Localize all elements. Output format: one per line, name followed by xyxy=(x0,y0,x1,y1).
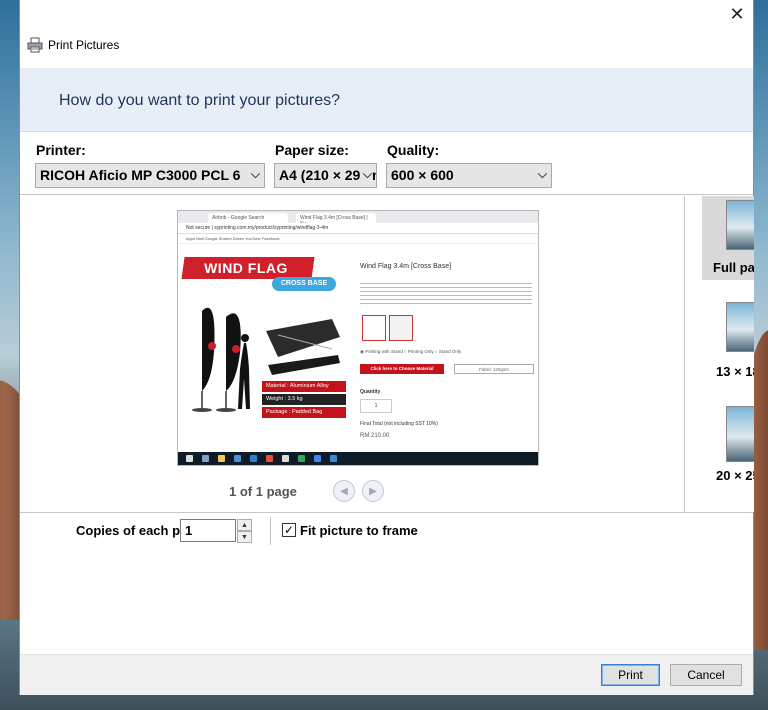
preview-url-bar: Not secure | syprinting.com.my/product/s… xyxy=(178,223,538,234)
preview-product-title: Wind Flag 3.4m [Cross Base] xyxy=(360,263,452,270)
preview-bookmarks: Apps Mail Google Shared Drives YouTube F… xyxy=(178,234,538,244)
preview-taskbar xyxy=(178,452,538,465)
copies-increase-button[interactable]: ▲ xyxy=(237,519,252,531)
preview-thumb xyxy=(389,315,413,341)
taskbar-icon xyxy=(266,455,273,462)
taskbar-icon xyxy=(314,455,321,462)
preview-spec: Material : Aluminium Alloy xyxy=(262,381,346,392)
taskbar-icon xyxy=(298,455,305,462)
preview-spec: Weight : 3.5 kg xyxy=(262,394,346,405)
copies-decrease-button[interactable]: ▼ xyxy=(237,531,252,543)
layout-full-page-photo[interactable]: Full page photo xyxy=(702,196,754,280)
arrow-right-icon: ▶ xyxy=(369,485,377,497)
preview-spec: Package : Padded Bag xyxy=(262,407,346,418)
preview-material-field: Fabric 120gsm xyxy=(454,364,534,374)
preview-options: ◉ Printing with Stand ○ Printing Only ○ … xyxy=(360,349,462,354)
layout-label: Full page photo xyxy=(713,260,754,275)
printer-select[interactable]: RICOH Aficio MP C3000 PCL 6 ⌵ xyxy=(35,163,265,188)
layout-thumbnail xyxy=(726,406,754,462)
taskbar-icon xyxy=(202,455,209,462)
taskbar-icon xyxy=(186,455,193,462)
quality-label: Quality: xyxy=(387,142,440,158)
cancel-button[interactable]: Cancel xyxy=(670,664,742,686)
quality-select[interactable]: 600 × 600 ⌵ xyxy=(386,163,552,188)
taskbar-icon xyxy=(250,455,257,462)
preview-sub-badge: CROSS BASE xyxy=(272,277,336,291)
layout-list: Full page photo 13 × 18 cm (2) 20 × 25 c… xyxy=(684,196,754,512)
previous-page-button[interactable]: ◀ xyxy=(333,480,355,502)
window-title: Print Pictures xyxy=(48,38,120,52)
chevron-down-icon: ▼ xyxy=(241,533,248,541)
preview-tab: Wind Flag 3.4m [Cross Base] | Sy xyxy=(296,213,376,227)
copies-input[interactable] xyxy=(180,519,236,542)
print-settings-bar: Printer: RICOH Aficio MP C3000 PCL 6 ⌵ P… xyxy=(20,133,753,195)
taskbar-icon xyxy=(234,455,241,462)
printer-icon xyxy=(27,37,43,53)
printer-value: RICOH Aficio MP C3000 PCL 6 xyxy=(40,167,241,183)
preview-product-banner: WIND FLAG 3.4M xyxy=(181,257,315,292)
preview-tab: Airbnb - Google Search xyxy=(208,213,288,223)
layout-thumbnail xyxy=(726,200,754,250)
preview-description-text xyxy=(360,283,532,305)
preview-quantity-label: Quantity xyxy=(360,389,381,395)
layout-label: 13 × 18 cm (2) xyxy=(716,364,754,379)
chevron-down-icon: ⌵ xyxy=(250,167,260,181)
preview-price: RM 210.00 xyxy=(360,433,390,439)
print-button[interactable]: Print xyxy=(601,664,660,686)
arrow-left-icon: ◀ xyxy=(340,485,348,497)
paper-size-label: Paper size: xyxy=(275,142,349,158)
chevron-down-icon: ⌵ xyxy=(537,167,547,181)
preview-total-label: Final Total (not including SST 10%) xyxy=(360,421,438,427)
taskbar-icon xyxy=(218,455,225,462)
page-counter: 1 of 1 page xyxy=(229,484,297,499)
paper-size-select[interactable]: A4 (210 × 297 mm) ⌵ xyxy=(274,163,377,188)
printer-label: Printer: xyxy=(36,142,86,158)
title-bar: ✕ Print Pictures xyxy=(20,0,753,68)
header-banner: How do you want to print your pictures? xyxy=(20,68,753,132)
print-pictures-dialog: ✕ Print Pictures How do you want to prin… xyxy=(19,0,754,695)
print-options: Copies of each picture: ▲ ▼ ✓ Fit pictur… xyxy=(20,512,753,654)
preview-pane: Airbnb - Google Search Wind Flag 3.4m [C… xyxy=(20,196,684,512)
preview-choose-button: Click here to Choose Material xyxy=(360,364,444,374)
layout-13x18[interactable]: 13 × 18 cm (2) xyxy=(702,302,754,386)
preview-browser-tabs: Airbnb - Google Search Wind Flag 3.4m [C… xyxy=(178,211,538,227)
close-icon[interactable]: ✕ xyxy=(729,4,744,25)
taskbar-icon xyxy=(330,455,337,462)
next-page-button[interactable]: ▶ xyxy=(362,480,384,502)
preview-thumbnails xyxy=(362,315,414,341)
fit-picture-label[interactable]: Fit picture to frame xyxy=(300,523,418,538)
fit-picture-checkbox[interactable]: ✓ xyxy=(282,523,296,537)
preview-thumb xyxy=(362,315,386,341)
layout-thumbnail xyxy=(726,302,754,352)
chevron-down-icon: ⌵ xyxy=(360,167,372,182)
layout-label: 20 × 25 cm (1) xyxy=(716,468,754,483)
options-divider xyxy=(270,517,271,545)
preview-quantity-box: 1 xyxy=(360,399,392,413)
print-preview-image: Airbnb - Google Search Wind Flag 3.4m [C… xyxy=(177,210,539,466)
taskbar-icon xyxy=(282,455,289,462)
dialog-footer: Print Cancel xyxy=(20,654,753,695)
layout-20x25[interactable]: 20 × 25 cm (1) xyxy=(702,406,754,490)
quality-value: 600 × 600 xyxy=(391,167,454,183)
close-button[interactable]: ✕ xyxy=(721,0,753,28)
dialog-question: How do you want to print your pictures? xyxy=(59,92,341,109)
chevron-up-icon: ▲ xyxy=(241,521,248,529)
